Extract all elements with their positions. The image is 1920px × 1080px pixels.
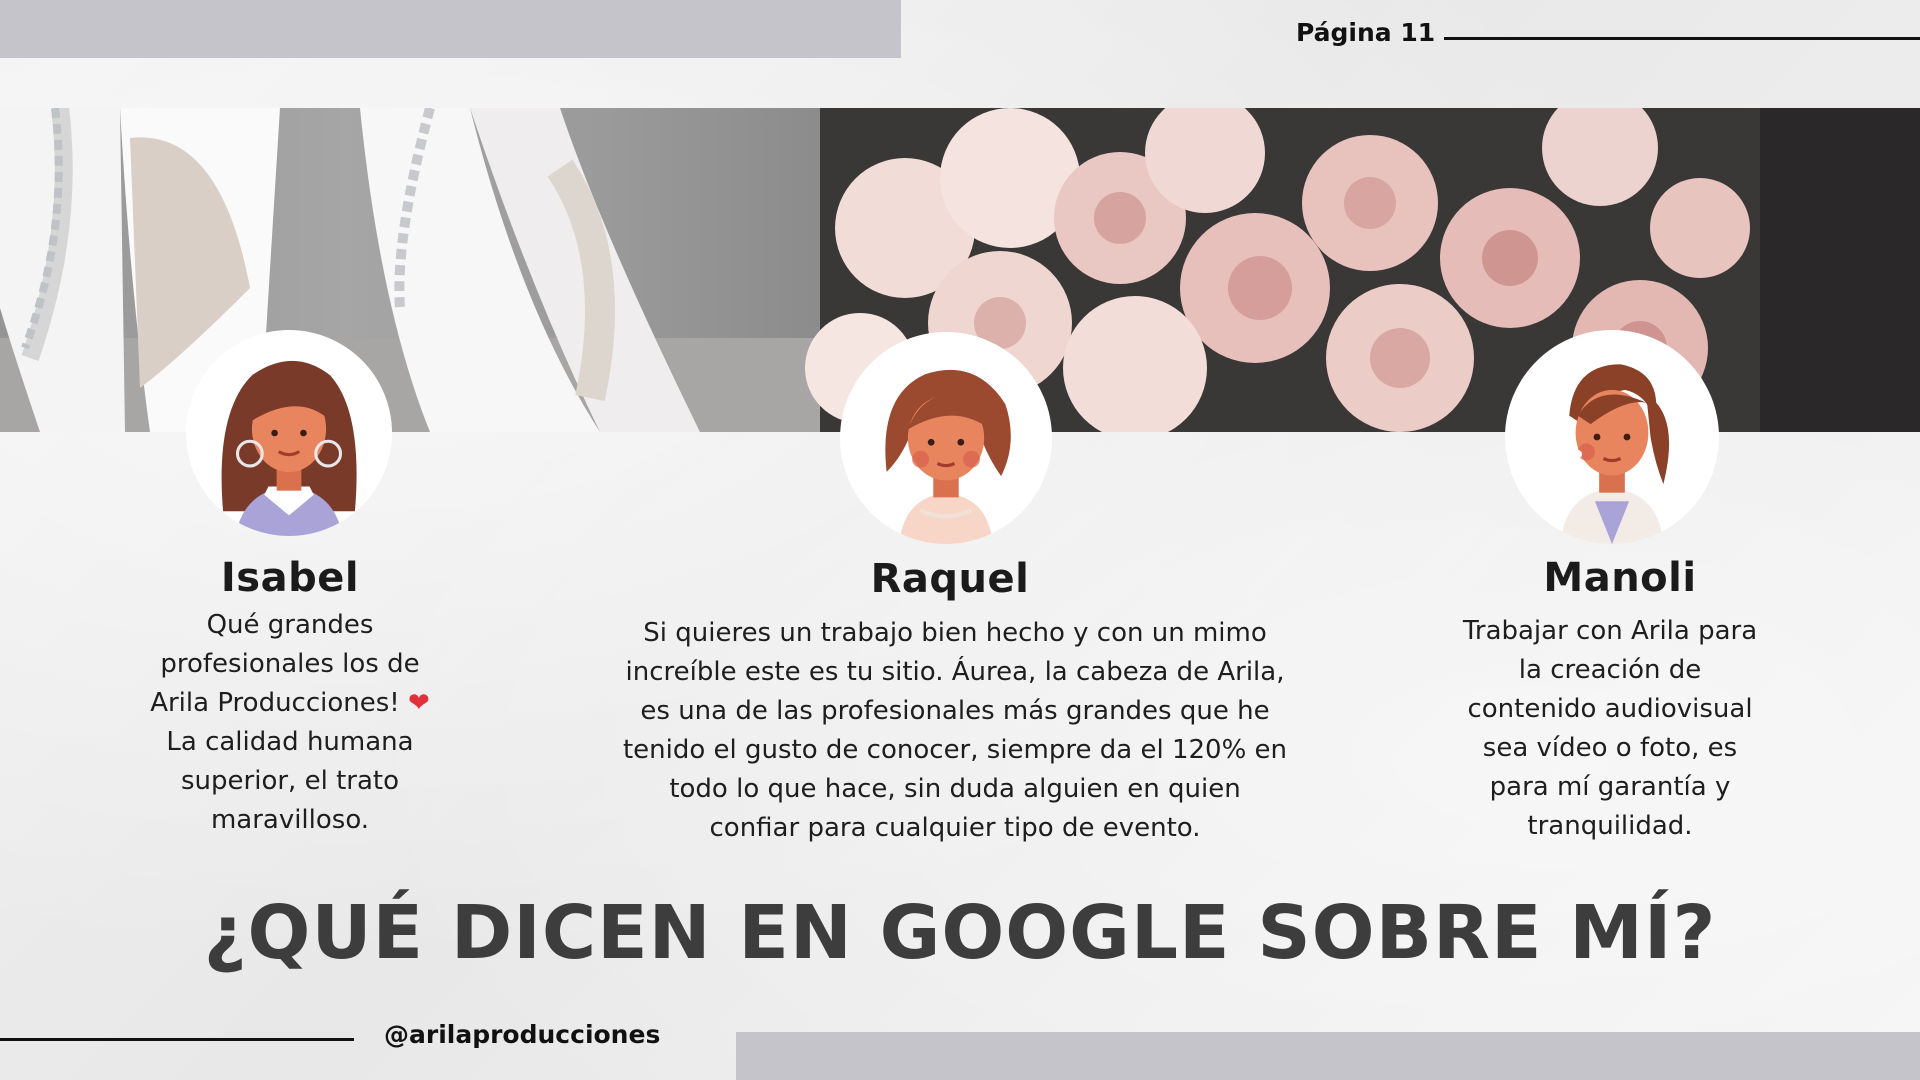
raquel-name: Raquel [870, 556, 1030, 602]
page-headline: ¿QUÉ DICEN EN GOOGLE SOBRE MÍ? [203, 890, 1717, 976]
review-line-text: Arila Producciones! [150, 688, 400, 718]
review-line: contenido audiovisual [1467, 694, 1753, 724]
review-line: La calidad humana [166, 727, 414, 757]
review-line: increíble este es tu sitio. Áurea, la ca… [625, 657, 1285, 687]
bottom-decorative-bar [736, 1032, 1920, 1080]
review-line: la creación de [1518, 655, 1702, 685]
review-line: tenido el gusto de conocer, siempre da e… [622, 735, 1288, 765]
isabel-avatar [186, 330, 392, 536]
review-line: sea vídeo o foto, es [1482, 733, 1738, 763]
raquel-review: Si quieres un trabajo bien hecho y con u… [590, 614, 1320, 848]
page-number: Página 11 [1296, 18, 1436, 47]
review-line: para mí garantía y [1489, 772, 1731, 802]
social-handle: @arilaproducciones [384, 1020, 661, 1049]
manoli-name: Manoli [1543, 555, 1697, 601]
woman-avatar-icon [1560, 364, 1670, 544]
raquel-avatar [840, 332, 1052, 544]
review-line: tranquilidad. [1527, 811, 1693, 841]
woman-avatar-icon [221, 360, 357, 536]
review-line: Qué grandes [206, 610, 374, 640]
review-line-with-heart: Arila Producciones! ❤ [120, 684, 460, 723]
review-line: todo lo que hace, sin duda alguien en qu… [669, 774, 1241, 804]
review-line: Si quieres un trabajo bien hecho y con u… [643, 618, 1267, 648]
manoli-avatar [1505, 330, 1719, 544]
review-line: confiar para cualquier tipo de evento. [709, 813, 1201, 843]
top-decorative-bar [0, 0, 901, 58]
review-line: es una de las profesionales más grandes … [640, 696, 1270, 726]
top-divider-line [1444, 37, 1920, 40]
woman-avatar-icon [885, 369, 1011, 544]
review-line: Trabajar con Arila para [1462, 616, 1758, 646]
isabel-name: Isabel [220, 555, 360, 601]
review-line: profesionales los de [160, 649, 420, 679]
bottom-divider-line [0, 1038, 354, 1041]
manoli-review: Trabajar con Arila para la creación de c… [1440, 612, 1780, 846]
review-line: maravilloso. [210, 805, 370, 835]
heart-icon: ❤ [407, 688, 430, 718]
isabel-review: Qué grandes profesionales los de Arila P… [120, 606, 460, 840]
review-line: superior, el trato [181, 766, 399, 796]
